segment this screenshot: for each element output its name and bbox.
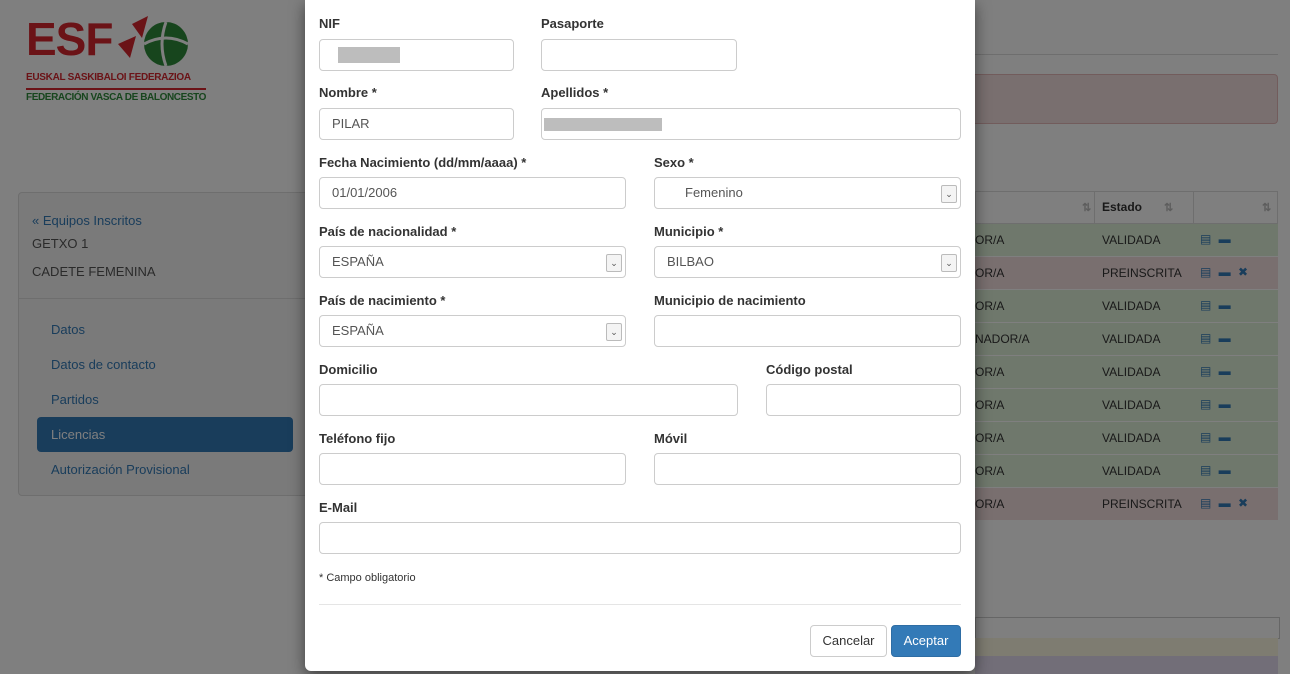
codigo-postal-input[interactable]	[766, 384, 961, 416]
license-form-modal: NIF Pasaporte Nombre * PILAR Apellidos *…	[305, 0, 975, 671]
email-input[interactable]	[319, 522, 961, 554]
movil-input[interactable]	[654, 453, 961, 485]
municipio-selected-value: BILBAO	[667, 254, 714, 269]
sexo-label: Sexo *	[654, 155, 694, 170]
sexo-select[interactable]: Femenino ⌄	[654, 177, 961, 209]
movil-label: Móvil	[654, 431, 688, 446]
municipio-label: Municipio *	[654, 224, 724, 239]
chevron-down-icon: ⌄	[606, 254, 622, 272]
accept-button[interactable]: Aceptar	[891, 625, 961, 657]
redacted-apellidos	[544, 118, 662, 131]
fecha-nacimiento-label: Fecha Nacimiento (dd/mm/aaaa) *	[319, 155, 527, 170]
apellidos-label: Apellidos *	[541, 85, 609, 100]
domicilio-label: Domicilio	[319, 362, 378, 377]
fecha-nacimiento-input[interactable]: 01/01/2006	[319, 177, 626, 209]
municipio-select[interactable]: BILBAO ⌄	[654, 246, 961, 278]
modal-footer-divider	[319, 604, 961, 605]
redacted-nif	[338, 47, 400, 63]
pasaporte-input[interactable]	[541, 39, 737, 71]
chevron-down-icon: ⌄	[606, 323, 622, 341]
email-label: E-Mail	[319, 500, 358, 515]
telefono-fijo-input[interactable]	[319, 453, 626, 485]
chevron-down-icon: ⌄	[941, 185, 957, 203]
cancel-button[interactable]: Cancelar	[810, 625, 887, 657]
sexo-selected-value: Femenino	[685, 185, 743, 200]
pais-nacimiento-select[interactable]: ESPAÑA ⌄	[319, 315, 626, 347]
telefono-fijo-label: Teléfono fijo	[319, 431, 396, 446]
pasaporte-label: Pasaporte	[541, 16, 604, 31]
required-field-note: * Campo obligatorio	[319, 572, 416, 584]
pais-nacionalidad-selected-value: ESPAÑA	[332, 254, 384, 269]
codigo-postal-label: Código postal	[766, 362, 853, 377]
municipio-nacimiento-input[interactable]	[654, 315, 961, 347]
nif-input[interactable]	[319, 39, 514, 71]
municipio-nacimiento-label: Municipio de nacimiento	[654, 293, 806, 308]
nombre-label: Nombre *	[319, 85, 377, 100]
apellidos-input[interactable]	[541, 108, 961, 140]
pais-nacimiento-label: País de nacimiento *	[319, 293, 446, 308]
domicilio-input[interactable]	[319, 384, 738, 416]
pais-nacionalidad-label: País de nacionalidad *	[319, 224, 457, 239]
pais-nacimiento-selected-value: ESPAÑA	[332, 323, 384, 338]
nombre-input[interactable]: PILAR	[319, 108, 514, 140]
nif-label: NIF	[319, 16, 340, 31]
chevron-down-icon: ⌄	[941, 254, 957, 272]
pais-nacionalidad-select[interactable]: ESPAÑA ⌄	[319, 246, 626, 278]
